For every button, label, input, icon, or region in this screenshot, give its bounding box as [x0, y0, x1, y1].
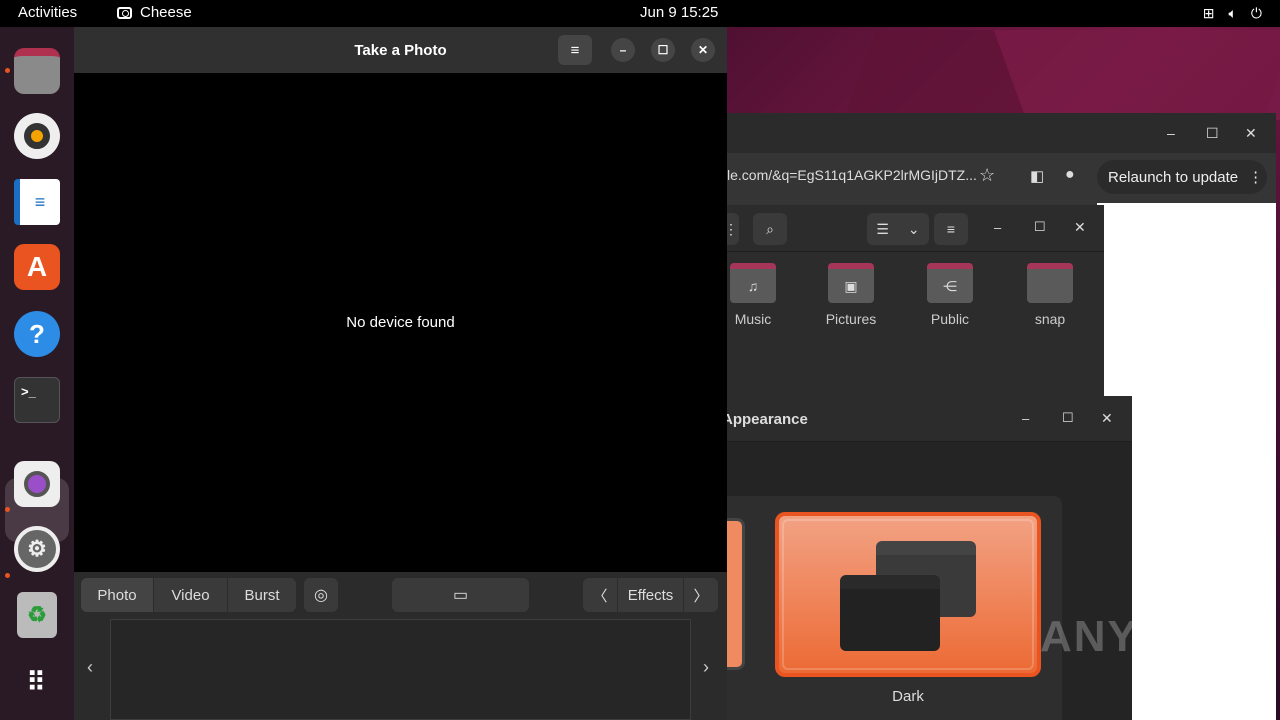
running-indicator [5, 507, 10, 512]
mode-switcher: Photo Video Burst [81, 578, 296, 612]
window-title: Take a Photo [354, 41, 447, 59]
side-panel-icon[interactable]: ◧ [1030, 167, 1044, 185]
bookmark-star-icon[interactable]: ☆ [979, 165, 995, 186]
clock[interactable]: Jun 9 15:25 [640, 4, 718, 21]
folder-item[interactable]: ▣ Pictures [811, 263, 891, 327]
mode-photo-button[interactable]: Photo [81, 578, 154, 612]
next-effect-button[interactable]: 〉 [684, 578, 718, 612]
list-view-icon: ☰ [876, 220, 889, 237]
wallpaper-shape [993, 30, 1280, 120]
cheese-window: Take a Photo ≡ – ☐ ✕ No device found Pho… [74, 27, 727, 720]
minimize-icon[interactable]: – [994, 220, 1001, 235]
take-video-button[interactable]: ▭ [392, 578, 529, 612]
appearance-window: Appearance – ☐ ✕ Dark [722, 396, 1132, 720]
address-bar[interactable]: le.com/&q=EgS11q1AGKP2lrMGIjDTZ... [727, 167, 977, 183]
minimize-icon[interactable]: – [1022, 411, 1029, 426]
chevron-right-icon[interactable]: › [703, 657, 709, 678]
power-icon: ⏻ [1250, 5, 1262, 21]
maximize-icon: ☐ [657, 43, 669, 57]
relaunch-label: Relaunch to update [1108, 168, 1239, 186]
maximize-icon[interactable]: ☐ [1034, 219, 1046, 235]
effects-button[interactable]: Effects [618, 578, 684, 612]
cheese-icon[interactable] [14, 461, 60, 507]
dock: ≡ A ? >_ ⚙ ♻ ⠿ [0, 27, 74, 720]
more-menu-icon: ⋮ [1248, 169, 1264, 186]
files-window: ⋮ ⌕ ☰ ⌄ ≡ – ☐ ✕ ♫ Music ▣ Pictures ⋲ Pub… [723, 205, 1104, 400]
search-icon[interactable]: ⌕ [753, 213, 787, 245]
video-camera-icon: ▭ [452, 587, 469, 604]
settings-icon[interactable]: ⚙ [14, 526, 60, 572]
files-icon[interactable] [14, 48, 60, 94]
folder-item[interactable]: snap [1010, 263, 1090, 327]
cheese-titlebar: Take a Photo ≡ – ☐ ✕ [74, 27, 727, 73]
system-tray[interactable]: ⊞ 🔈︎ ⏻ [1203, 5, 1262, 22]
mode-burst-button[interactable]: Burst [228, 578, 296, 612]
folder-label: Pictures [825, 311, 877, 327]
cheese-controls: Photo Video Burst ◎ ▭ 〈 Effects 〉 ‹ › [74, 572, 727, 720]
folder-label: snap [1034, 311, 1066, 327]
view-toggle-button[interactable]: ☰ ⌄ [867, 213, 929, 245]
timer-icon: ◎ [314, 587, 328, 604]
no-device-message: No device found [346, 314, 455, 331]
maximize-icon[interactable]: ☐ [1062, 410, 1074, 426]
style-panel: Dark [727, 496, 1062, 720]
folder-item[interactable]: ⋲ Public [910, 263, 990, 327]
theme-preview [782, 519, 1034, 670]
countdown-button[interactable]: ◎ [304, 578, 338, 612]
chevron-down-icon: ⌄ [907, 220, 920, 237]
window-title: Appearance [722, 411, 808, 428]
theme-label: Dark [892, 688, 924, 705]
watermark-logo: ANY RUN [1040, 612, 1254, 661]
thumbnail-strip[interactable] [110, 619, 691, 720]
prev-effect-button[interactable]: 〈 [583, 578, 618, 612]
profile-icon[interactable]: ● [1065, 166, 1075, 184]
rhythmbox-icon[interactable] [14, 113, 60, 159]
network-icon: ⊞ [1202, 5, 1215, 21]
light-theme-option[interactable] [727, 518, 745, 670]
camera-icon [117, 6, 132, 19]
running-indicator [5, 68, 10, 73]
maximize-icon[interactable]: ☐ [1206, 125, 1219, 142]
software-icon[interactable]: A [14, 244, 60, 290]
show-apps-icon[interactable]: ⠿ [14, 659, 60, 705]
close-icon[interactable]: ✕ [1245, 125, 1257, 142]
help-icon[interactable]: ? [14, 311, 60, 357]
dark-theme-option[interactable] [775, 512, 1041, 677]
minimize-button[interactable]: – [611, 38, 635, 62]
close-icon[interactable]: ✕ [1101, 410, 1113, 427]
running-indicator [5, 573, 10, 578]
trash-icon[interactable]: ♻ [17, 592, 57, 638]
folder-icon [1027, 263, 1073, 303]
browser-titlebar: – ☐ ✕ [727, 113, 1276, 153]
pictures-folder-icon: ▣ [828, 263, 874, 303]
close-button[interactable]: ✕ [691, 38, 715, 62]
app-menu-label: Cheese [140, 4, 192, 21]
close-icon[interactable]: ✕ [1074, 219, 1086, 236]
maximize-button[interactable]: ☐ [651, 38, 675, 62]
preview-window [840, 575, 940, 651]
writer-icon[interactable]: ≡ [14, 179, 60, 225]
activities-button[interactable]: Activities [18, 4, 77, 21]
menu-icon: ≡ [570, 41, 580, 59]
volume-icon: 🔈︎ [1228, 5, 1237, 21]
app-menu[interactable]: Cheese [117, 4, 192, 21]
close-icon: ✕ [697, 43, 709, 57]
speaker-icon [24, 123, 50, 149]
public-folder-icon: ⋲ [927, 263, 973, 303]
menu-icon[interactable]: ≡ [934, 213, 968, 245]
relaunch-button[interactable]: Relaunch to update ⋮ [1097, 160, 1267, 194]
chevron-left-icon[interactable]: ‹ [87, 657, 93, 678]
minimize-icon: – [619, 43, 627, 57]
files-headerbar: ⋮ ⌕ ☰ ⌄ ≡ – ☐ ✕ [723, 205, 1104, 252]
appearance-headerbar: Appearance – ☐ ✕ [722, 396, 1132, 442]
folder-label: Public [930, 311, 970, 327]
hamburger-menu-button[interactable]: ≡ [558, 35, 592, 65]
mode-video-button[interactable]: Video [154, 578, 228, 612]
terminal-icon[interactable]: >_ [14, 377, 60, 423]
top-bar: Activities Cheese Jun 9 15:25 ⊞ 🔈︎ ⏻ [0, 0, 1280, 27]
camera-lens-icon [24, 471, 50, 497]
music-folder-icon: ♫ [730, 263, 776, 303]
effects-nav: 〈 Effects 〉 [583, 578, 718, 612]
minimize-icon[interactable]: – [1167, 125, 1175, 141]
